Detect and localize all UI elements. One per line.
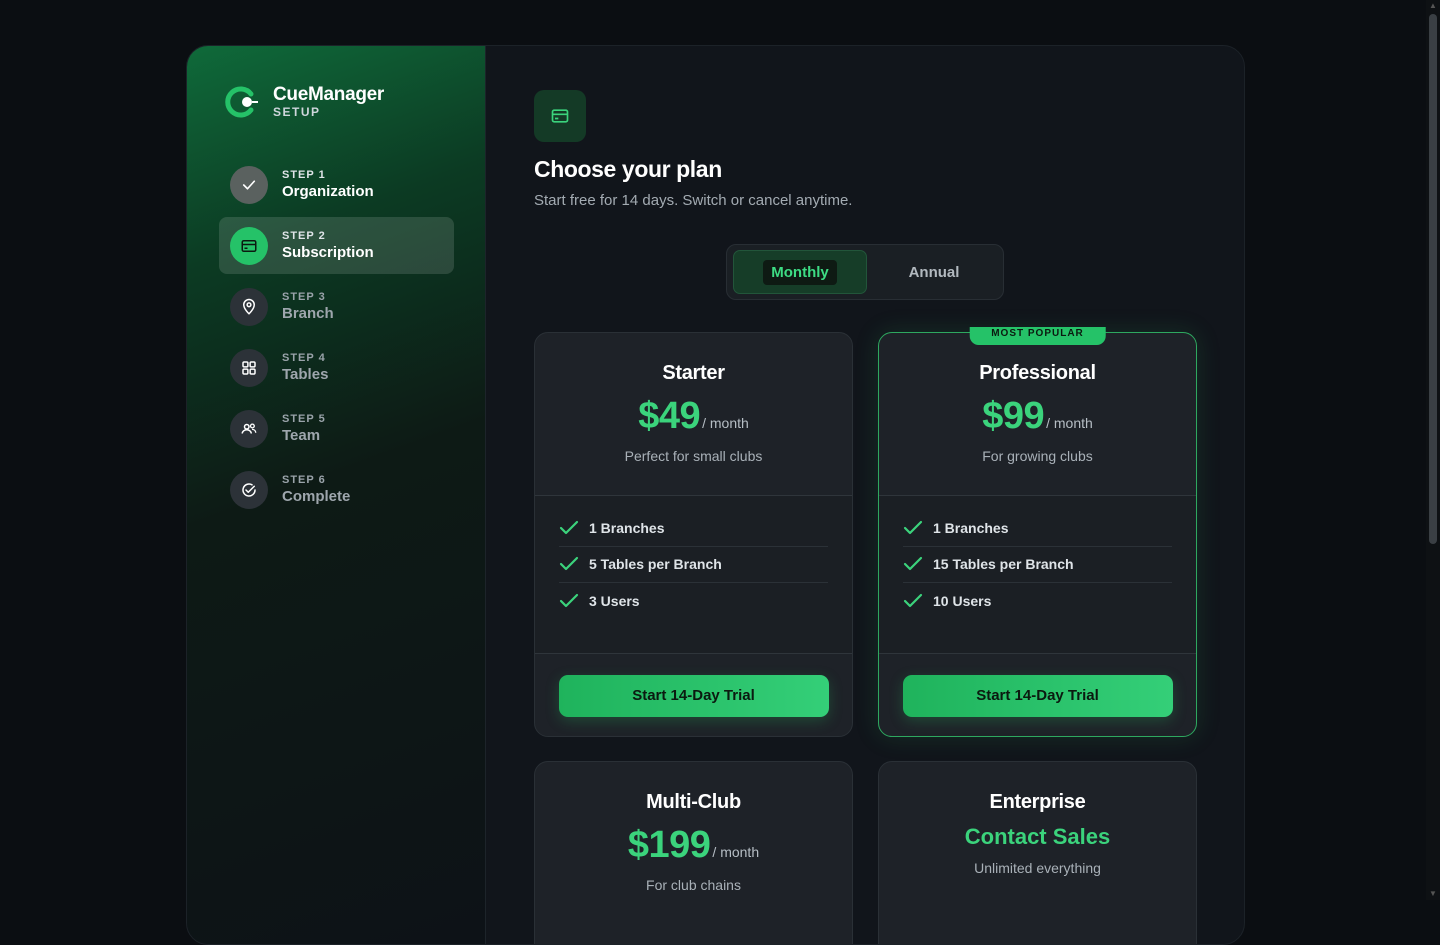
step-team[interactable]: STEP 5 Team [219,400,454,457]
page-subtitle: Start free for 14 days. Switch or cancel… [534,192,853,209]
step-number: STEP 4 [282,352,326,364]
step-label: Complete [282,488,351,505]
check-icon [559,520,579,534]
annual-toggle-button[interactable]: Annual [867,250,1001,294]
feature-text: 3 Users [589,593,640,610]
plan-name: Enterprise [989,791,1086,813]
feature-text: 5 Tables per Branch [589,556,722,573]
plan-card-starter: Starter $49 / month Perfect for small cl… [534,332,853,737]
start-trial-button[interactable]: Start 14-Day Trial [902,674,1173,717]
step-label: Branch [282,305,334,322]
brand: CueManager SETUP [223,84,384,120]
brand-name: CueManager [273,84,385,105]
monthly-label: Monthly [763,259,837,285]
feature-item: 3 Users [559,583,828,620]
feature-text: 1 Branches [589,519,665,536]
step-organization[interactable]: STEP 1 Organization [219,156,454,213]
step-label: Subscription [282,244,374,261]
step-number: STEP 5 [282,413,326,425]
step-number: STEP 6 [282,474,326,486]
plan-card-professional: MOST POPULAR Professional $99 / month Fo… [878,327,1197,737]
feature-item: 15 Tables per Branch [903,547,1172,583]
plan-period: / month [1046,415,1093,431]
check-icon [903,520,923,534]
plan-selection: Choose your plan Start free for 14 days.… [534,46,1244,944]
step-label: Tables [282,366,329,383]
sidebar: CueManager SETUP STEP 1 Organization STE… [187,46,486,944]
plan-name: Professional [979,362,1096,384]
plan-price: $199 [627,824,711,866]
stepper: STEP 1 Organization STEP 2 Subscription [219,156,454,522]
credit-card-icon [534,90,586,142]
plan-name: Multi-Club [646,791,741,813]
feature-item: 5 Tables per Branch [559,547,828,583]
page-scrollbar[interactable]: ▲ ▼ [1426,0,1440,900]
step-branch[interactable]: STEP 3 Branch [219,278,454,335]
credit-card-icon [230,226,268,265]
step-label: Organization [282,183,374,200]
step-tables[interactable]: STEP 4 Tables [219,339,454,396]
feature-list: 1 Branches 5 Tables per Branch 3 Users [535,496,852,654]
page-title: Choose your plan [534,156,722,182]
step-number: STEP 1 [282,169,326,181]
feature-text: 10 Users [933,593,992,610]
map-pin-icon [230,287,268,326]
cuemanager-logo-icon [223,84,259,120]
plan-description: For growing clubs [982,448,1093,464]
grid-icon [230,348,268,387]
monthly-toggle-button[interactable]: Monthly [733,250,867,294]
plan-period: / month [712,844,760,860]
plan-card-enterprise: Enterprise Contact Sales Unlimited every… [878,761,1197,944]
contact-sales-text: Contact Sales [964,824,1111,849]
plan-description: Unlimited everything [974,860,1101,876]
scrollbar-thumb[interactable] [1429,14,1437,544]
feature-text: 1 Branches [933,519,1009,536]
check-icon [559,594,579,608]
feature-item: 1 Branches [903,510,1172,547]
users-icon [230,409,268,448]
step-number: STEP 3 [282,291,326,303]
feature-text: 15 Tables per Branch [933,556,1074,573]
plan-description: Perfect for small clubs [624,448,763,464]
setup-window: CueManager SETUP STEP 1 Organization STE… [186,45,1245,945]
check-icon [903,594,923,608]
plan-period: / month [702,415,749,431]
billing-toggle: Monthly Annual [726,244,1004,300]
check-circle-icon [230,470,268,509]
scroll-down-icon[interactable]: ▼ [1429,890,1437,898]
step-complete[interactable]: STEP 6 Complete [219,461,454,518]
check-icon [559,557,579,571]
check-icon [230,165,268,204]
check-icon [903,557,923,571]
plan-price: $49 [638,395,701,437]
feature-list: 1 Branches 15 Tables per Branch 10 Users [879,496,1196,654]
plan-card-multi-club: Multi-Club $199 / month For club chains [534,761,853,944]
step-label: Team [282,427,321,444]
start-trial-button[interactable]: Start 14-Day Trial [558,674,829,717]
step-number: STEP 2 [282,230,326,242]
scroll-up-icon[interactable]: ▲ [1429,2,1437,10]
step-subscription[interactable]: STEP 2 Subscription [219,217,454,274]
feature-item: 1 Branches [559,510,828,547]
feature-item: 10 Users [903,583,1172,620]
plan-description: For club chains [646,877,741,893]
plan-name: Starter [662,362,725,384]
brand-subtitle: SETUP [273,105,321,119]
plan-price: $99 [982,395,1045,437]
